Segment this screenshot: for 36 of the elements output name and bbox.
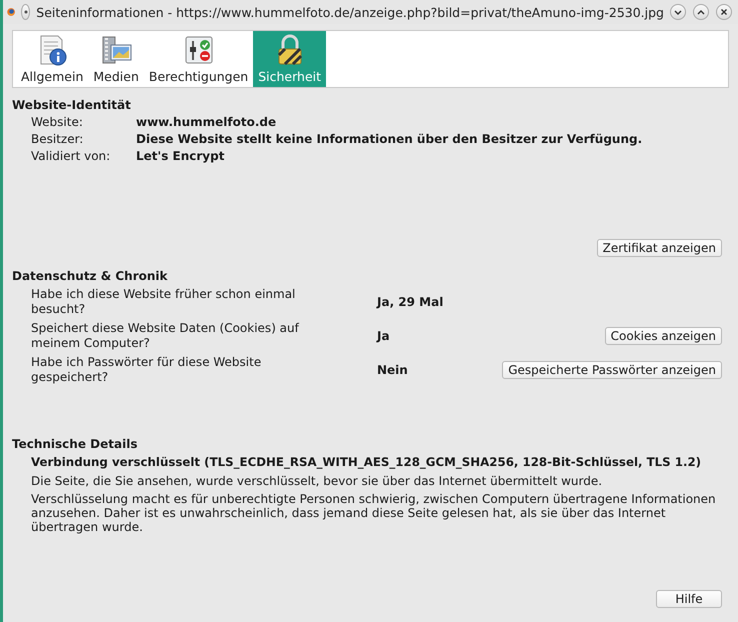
answer-text: Ja <box>377 329 391 343</box>
field-label: Besitzer: <box>31 132 84 146</box>
description-text: Die Seite, die Sie ansehen, wurde verschlüsselt, bevor sie über das Internet übermittelt wurde. <box>31 474 604 488</box>
show-button[interactable]: Gespeicherte Passwörter anzeigen <box>502 361 722 379</box>
connection-summary: Verbindung verschlüsselt (TLS_ECDHE_RSA_WITH_AES_128_GCM_SHA256, 128-Bit-Schlüssel, TLS 1.2) <box>31 454 702 470</box>
minimize-button[interactable] <box>670 4 686 20</box>
maximize-button[interactable] <box>693 4 709 20</box>
field-label: Website: <box>31 115 84 129</box>
certificate-button[interactable]: Zertifikat anzeigen <box>596 239 722 257</box>
tab[interactable]: Berechtigungen <box>144 31 254 87</box>
section-heading: Technische Details <box>12 437 138 451</box>
field-value: www.hummelfoto.de <box>136 115 278 129</box>
chevron-up-icon <box>697 8 705 16</box>
field-label: Validiert von: <box>31 149 112 163</box>
window-title: Seiteninformationen - https://www.hummelfoto.de/anzeige.php?bild=privat/theAmuno-img-2530.jpg <box>36 4 664 20</box>
window-menu-button[interactable] <box>21 4 30 20</box>
show-button[interactable]: Cookies anzeigen <box>604 327 722 345</box>
question-text: Habe ich Passwörter für diese Website gespeichert? <box>31 355 262 385</box>
dot-icon <box>24 10 28 14</box>
field-value: Diese Website stellt keine Informationen über den Besitzer zur Verfügung. <box>136 132 644 146</box>
answer-text: Ja, 29 Mal <box>377 295 444 309</box>
section-heading: Datenschutz & Chronik <box>12 269 169 283</box>
field-value: Let's Encrypt <box>136 149 226 163</box>
close-button[interactable] <box>716 4 732 20</box>
tab[interactable]: Medien <box>88 31 144 87</box>
close-icon <box>720 8 728 16</box>
chevron-down-icon <box>674 8 682 16</box>
question-text: Speichert diese Website Daten (Cookies) auf meinem Computer? <box>31 321 300 351</box>
answer-text: Nein <box>377 363 409 377</box>
description-text: Verschlüsselung macht es für unberechtigte Personen schwierig, zwischen Computern übertragene Informationen anzusehen. Daher ist es unwahrscheinlich, dass jemand diese Seite gelesen hat, als sie über das Internet übertragen wurde. <box>31 492 717 534</box>
help-button[interactable]: Hilfe <box>656 590 722 608</box>
question-text: Habe ich diese Website früher schon einmal besucht? <box>31 287 296 317</box>
section-heading: Website-Identität <box>12 98 132 112</box>
sliders-check-icon <box>182 34 215 66</box>
film-picture-icon <box>100 34 132 66</box>
tab[interactable]: Allgemein <box>16 31 88 87</box>
